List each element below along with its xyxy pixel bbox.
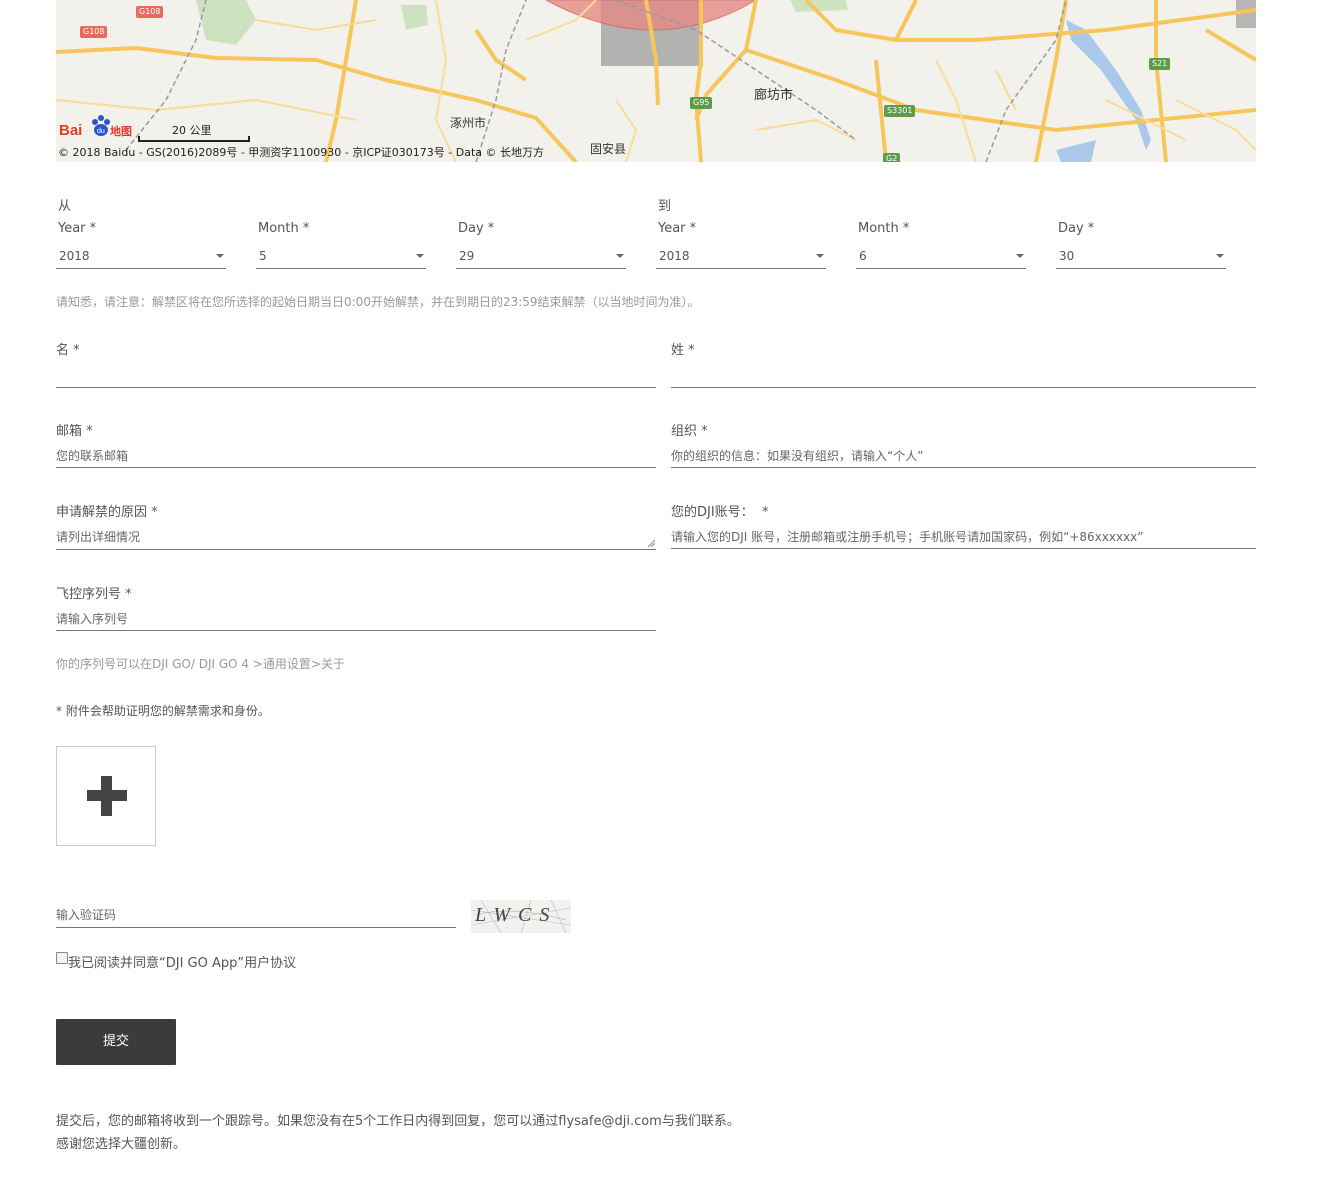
caret-down-icon — [1016, 254, 1024, 258]
email-label: 邮箱 * — [56, 424, 93, 439]
to-day-label: Day * — [1058, 221, 1095, 236]
from-year-value: 2018 — [59, 249, 90, 263]
from-day-value: 29 — [459, 249, 475, 263]
to-day-select[interactable]: 30 — [1056, 244, 1226, 269]
reason-textarea[interactable]: 请列出详细情况 — [56, 524, 656, 550]
map-label-langfang: 廊坊市 — [754, 88, 794, 103]
road-shield-g95: G95 — [690, 97, 713, 109]
map-scale-bar — [138, 136, 250, 142]
road-shield-g2: G2 — [883, 153, 901, 162]
dji-account-label: 您的DJI账号： * — [671, 505, 769, 520]
to-year-label: Year * — [658, 221, 697, 236]
date-notice: 请知悉，请注意：解禁区将在您所选择的起始日期当日0:00开始解禁，并在到期日的2… — [56, 295, 700, 309]
from-day-select[interactable]: 29 — [456, 244, 626, 269]
caret-down-icon — [216, 254, 224, 258]
caret-down-icon — [1216, 254, 1224, 258]
caret-down-icon — [616, 254, 624, 258]
email-placeholder: 您的联系邮箱 — [56, 449, 129, 463]
attachment-upload-button[interactable] — [56, 746, 156, 846]
agree-label[interactable]: 我已阅读并同意“DJI GO App”用户协议 — [68, 952, 296, 971]
svg-text:du: du — [97, 128, 105, 135]
org-label: 组织 * — [671, 424, 708, 439]
org-placeholder: 你的组织的信息：如果没有组织，请输入“个人” — [671, 449, 924, 463]
serial-input[interactable]: 请输入序列号 — [56, 606, 656, 631]
to-year-value: 2018 — [659, 249, 690, 263]
from-month-select[interactable]: 5 — [256, 244, 426, 269]
first-name-label: 名 * — [56, 343, 80, 358]
to-year-select[interactable]: 2018 — [656, 244, 826, 269]
attachment-note: * 附件会帮助证明您的解禁需求和身份。 — [56, 704, 270, 718]
from-label: 从 — [58, 199, 72, 214]
captcha-input[interactable]: 输入验证码 — [56, 902, 456, 928]
serial-placeholder: 请输入序列号 — [56, 612, 129, 626]
captcha-image[interactable]: LWCS — [471, 900, 571, 933]
captcha-text: LWCS — [475, 904, 558, 926]
email-input[interactable]: 您的联系邮箱 — [56, 443, 656, 468]
serial-hint: 你的序列号可以在DJI GO/ DJI GO 4 >通用设置>关于 — [56, 657, 345, 671]
resize-handle-icon[interactable] — [647, 539, 655, 547]
to-month-label: Month * — [858, 221, 910, 236]
svg-text:Bai: Bai — [59, 122, 82, 139]
road-shield-s3301: S3301 — [884, 105, 916, 117]
map-label-guan: 固安县 — [590, 142, 627, 156]
footer-thanks: 感谢您选择大疆创新。 — [56, 1137, 187, 1152]
reason-placeholder: 请列出详细情况 — [56, 530, 141, 544]
from-month-label: Month * — [258, 221, 310, 236]
dji-account-placeholder: 请输入您的DJI 账号，注册邮箱或注册手机号；手机账号请加国家码，例如“+86x… — [671, 530, 1144, 544]
to-month-value: 6 — [859, 249, 867, 263]
road-shield-g108: G108 — [80, 26, 108, 38]
from-day-label: Day * — [458, 221, 495, 236]
map-label-zhuozhou: 涿州市 — [450, 116, 487, 130]
map-copyright: © 2018 Baidu - GS(2016)2089号 - 甲测资字11009… — [58, 146, 545, 159]
serial-label: 飞控序列号 * — [56, 587, 132, 602]
from-year-select[interactable]: 2018 — [56, 244, 226, 269]
to-month-select[interactable]: 6 — [856, 244, 1026, 269]
dji-account-input[interactable]: 请输入您的DJI 账号，注册邮箱或注册手机号；手机账号请加国家码，例如“+86x… — [671, 524, 1256, 549]
last-name-label: 姓 * — [671, 343, 695, 358]
caret-down-icon — [416, 254, 424, 258]
caret-down-icon — [816, 254, 824, 258]
last-name-input[interactable] — [671, 362, 1256, 388]
submit-button[interactable]: 提交 — [56, 1019, 176, 1065]
reason-label: 申请解禁的原因 * — [56, 505, 158, 520]
org-input[interactable]: 你的组织的信息：如果没有组织，请输入“个人” — [671, 443, 1256, 468]
to-day-value: 30 — [1059, 249, 1075, 263]
road-shield-s21: S21 — [1149, 58, 1171, 70]
plus-icon-vertical — [101, 776, 112, 816]
road-shield-g108: G108 — [136, 6, 164, 18]
footer-message: 提交后，您的邮箱将收到一个跟踪号。如果您没有在5个工作日内得到回复，您可以通过f… — [56, 1114, 740, 1129]
map-view[interactable]: G108 G108 G95 S3301 S21 G2 廊坊市 涿州市 固安县 B… — [56, 0, 1256, 162]
first-name-input[interactable] — [56, 362, 656, 388]
captcha-placeholder: 输入验证码 — [56, 908, 117, 922]
agree-checkbox[interactable] — [56, 952, 68, 964]
svg-text:地图: 地图 — [110, 124, 132, 138]
from-year-label: Year * — [58, 221, 97, 236]
to-label: 到 — [658, 199, 672, 214]
from-month-value: 5 — [259, 249, 267, 263]
